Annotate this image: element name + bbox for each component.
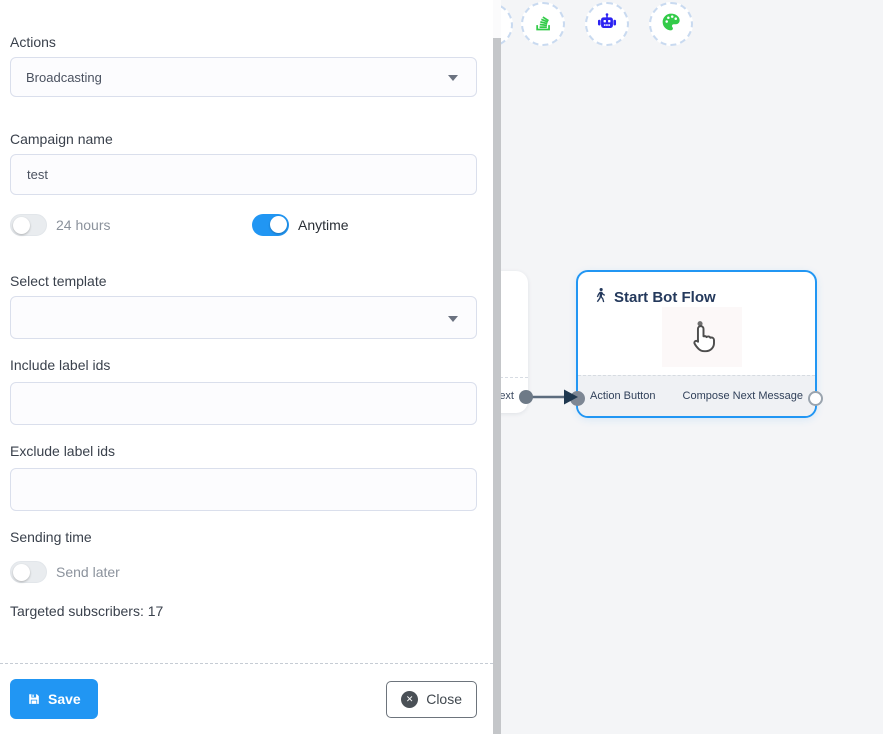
save-button[interactable]: Save bbox=[10, 679, 98, 719]
panel-scrollbar-thumb[interactable] bbox=[493, 38, 501, 734]
stack-icon bbox=[532, 11, 554, 38]
save-icon bbox=[27, 692, 41, 706]
chevron-down-icon bbox=[448, 316, 458, 322]
toggle-knob bbox=[270, 216, 287, 233]
broadcast-settings-panel: Actions Broadcasting Campaign name test … bbox=[0, 0, 493, 734]
chevron-down-icon bbox=[448, 75, 458, 81]
toolbar-item-bot[interactable] bbox=[585, 2, 629, 46]
sending-time-label: Sending time bbox=[10, 529, 477, 546]
campaign-name-input[interactable]: test bbox=[10, 154, 477, 195]
campaign-name-label: Campaign name bbox=[10, 131, 477, 148]
close-circle-icon: ✕ bbox=[401, 691, 418, 708]
toggle-24-hours[interactable] bbox=[10, 214, 47, 236]
node-footer-action-button-label: Action Button bbox=[590, 390, 655, 402]
include-label-ids-label: Include label ids bbox=[10, 357, 477, 374]
toggle-anytime-label: Anytime bbox=[298, 217, 349, 233]
toggle-knob bbox=[13, 564, 30, 581]
exclude-label-ids-input[interactable] bbox=[10, 468, 477, 511]
actions-select-value: Broadcasting bbox=[26, 70, 102, 85]
flow-edge[interactable] bbox=[512, 385, 582, 409]
actions-select[interactable]: Broadcasting bbox=[10, 57, 477, 97]
close-button[interactable]: ✕ Close bbox=[386, 681, 477, 718]
targeted-subscribers-text: Targeted subscribers: 17 bbox=[10, 603, 477, 619]
select-template-label: Select template bbox=[10, 273, 477, 290]
campaign-name-value: test bbox=[27, 167, 48, 182]
include-label-ids-input[interactable] bbox=[10, 382, 477, 425]
toolbar-item-theme[interactable] bbox=[649, 2, 693, 46]
panel-scrollbar[interactable] bbox=[493, 0, 501, 734]
node-output-port[interactable] bbox=[808, 391, 823, 406]
template-select[interactable] bbox=[10, 296, 477, 339]
palette-icon bbox=[660, 11, 682, 38]
send-later-label: Send later bbox=[56, 564, 120, 580]
robot-icon bbox=[596, 11, 618, 38]
node-footer-compose-label: Compose Next Message bbox=[683, 390, 803, 402]
toggle-anytime[interactable] bbox=[252, 214, 289, 236]
toggle-send-later[interactable] bbox=[10, 561, 47, 583]
close-button-label: Close bbox=[426, 691, 462, 707]
toolbar-item-stack[interactable] bbox=[521, 2, 565, 46]
flow-node-start-bot-flow[interactable]: Start Bot Flow Action Button Compose Nex… bbox=[576, 270, 817, 418]
toggle-knob bbox=[13, 217, 30, 234]
hand-cursor-icon bbox=[662, 307, 742, 367]
walking-person-icon bbox=[594, 287, 607, 308]
toggle-24-hours-label: 24 hours bbox=[56, 217, 110, 233]
node-title: Start Bot Flow bbox=[614, 290, 716, 306]
exclude-label-ids-label: Exclude label ids bbox=[10, 443, 477, 460]
save-button-label: Save bbox=[48, 691, 81, 707]
actions-label: Actions bbox=[10, 34, 477, 51]
